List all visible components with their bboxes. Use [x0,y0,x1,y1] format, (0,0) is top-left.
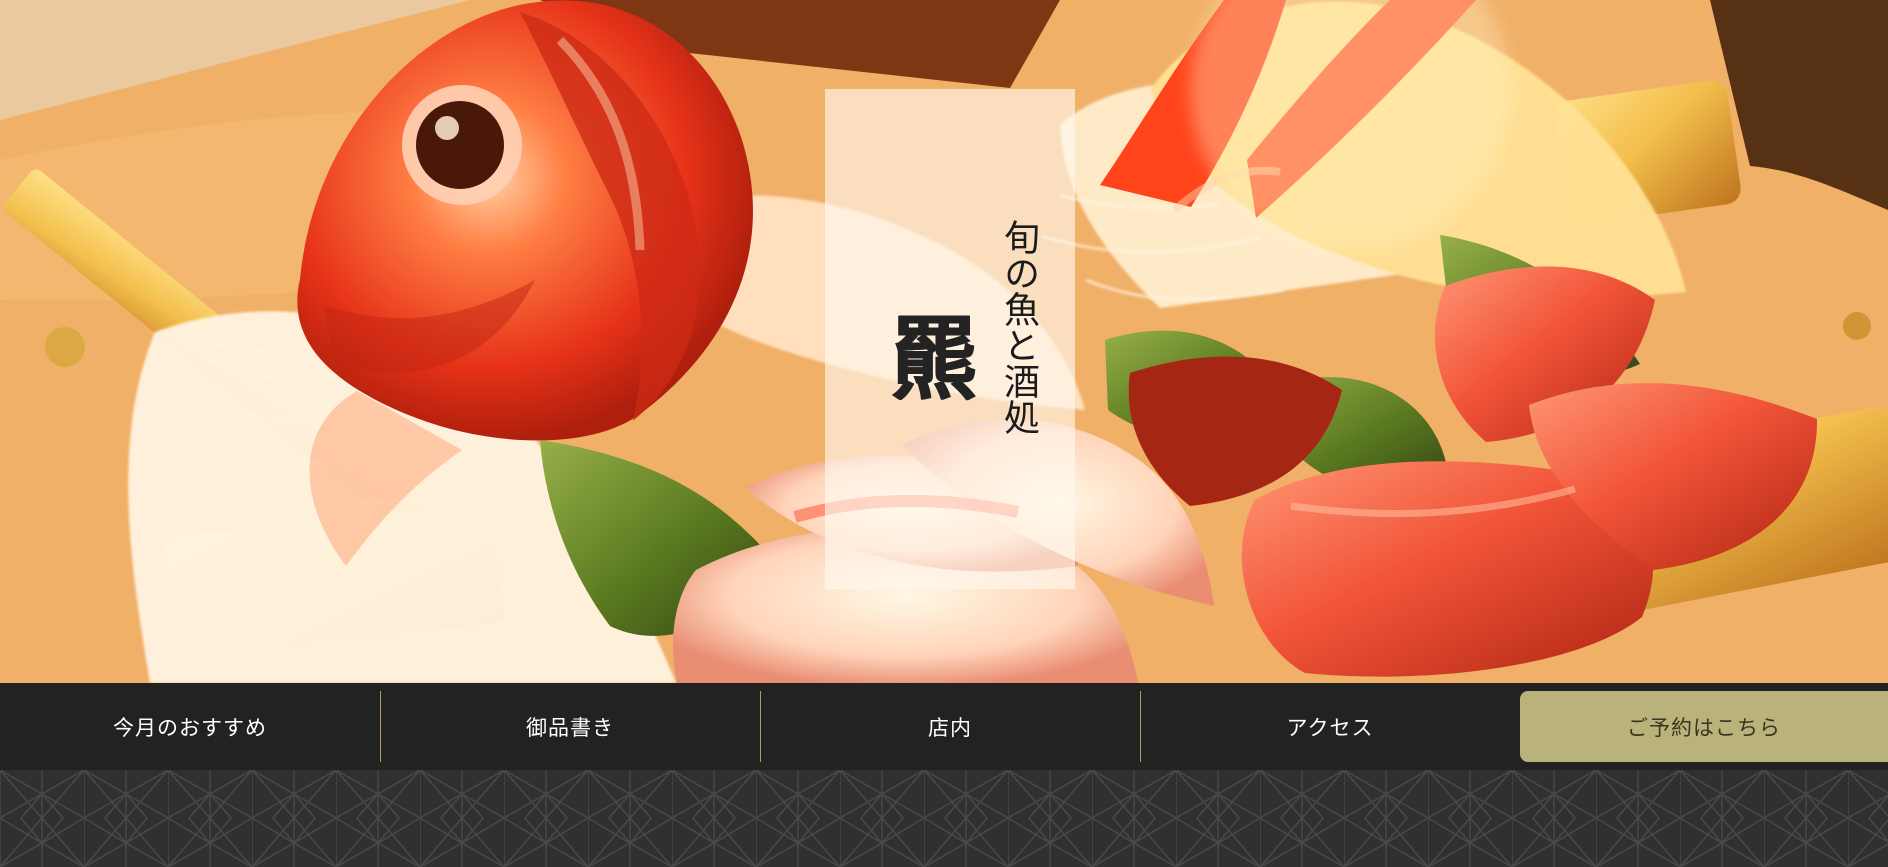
brand-tagline: 旬の魚と酒処 [998,219,1039,435]
reservation-button[interactable]: ご予約はこちら [1520,691,1888,762]
hero-sashimi-image: 旬の魚と酒処 羆 [0,0,1888,683]
decorative-asanoha-pattern-band [0,770,1888,867]
reservation-button-area: ご予約はこちら [1520,683,1888,770]
restaurant-homepage: 旬の魚と酒処 羆 今月のおすすめ 御品書き 店内 アクセス ご予約はこちら [0,0,1888,867]
nav-link-access[interactable]: アクセス [1140,683,1520,770]
asanoha-pattern [0,770,1888,867]
nav-link-monthly-recommendations[interactable]: 今月のおすすめ [0,683,380,770]
main-navigation: 今月のおすすめ 御品書き 店内 アクセス ご予約はこちら [0,683,1888,770]
nav-link-menu[interactable]: 御品書き [380,683,760,770]
restaurant-logo: 羆 [891,305,977,413]
nav-link-interior[interactable]: 店内 [760,683,1140,770]
